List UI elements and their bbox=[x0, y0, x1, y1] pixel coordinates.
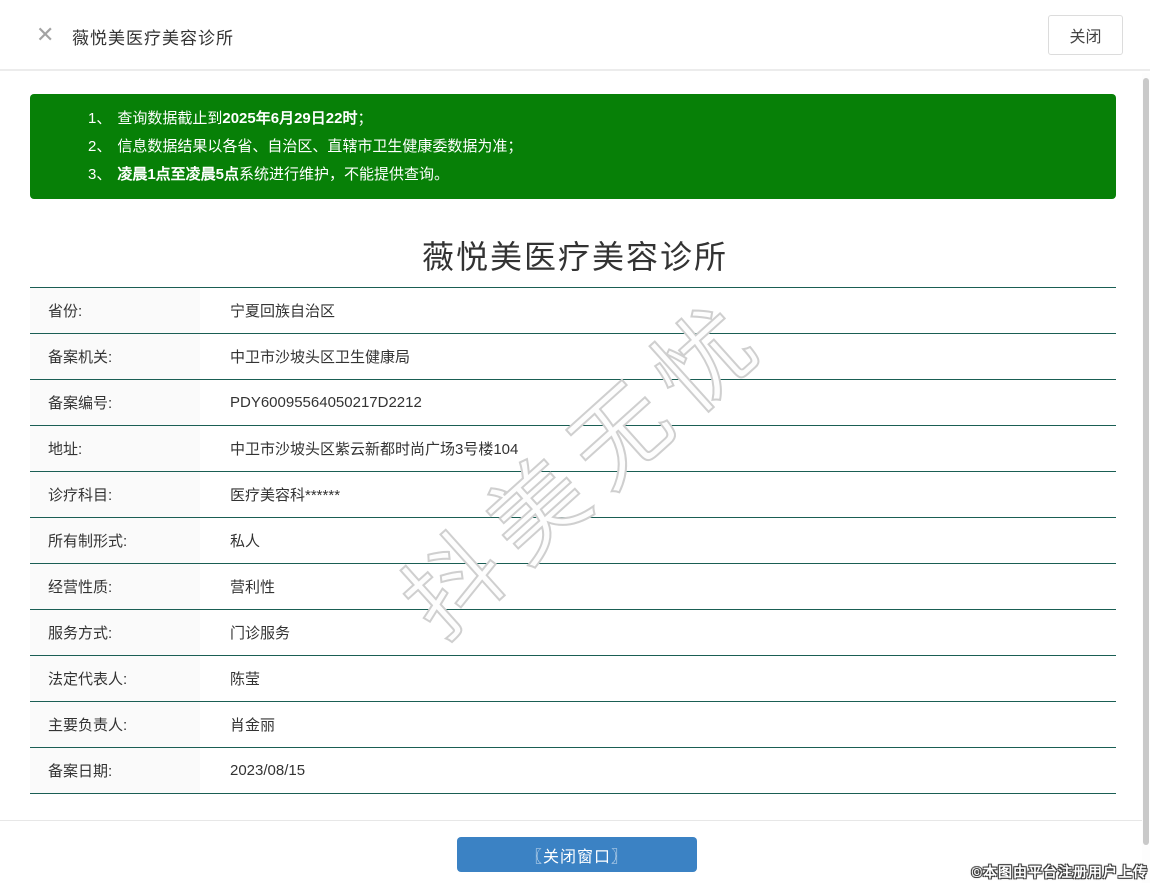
field-label: 法定代表人: bbox=[30, 656, 200, 701]
notice-line-1: 1、查询数据截止到2025年6月29日22时； bbox=[88, 105, 1096, 133]
table-row: 法定代表人: 陈莹 bbox=[30, 656, 1116, 702]
upload-credit-watermark: ©本图由平台注册用户上传 bbox=[972, 862, 1148, 882]
field-value: 医疗美容科****** bbox=[200, 472, 1116, 517]
footer-divider bbox=[0, 820, 1150, 821]
header-bar: ✕ 薇悦美医疗美容诊所 关闭 bbox=[0, 0, 1150, 71]
table-row: 诊疗科目: 医疗美容科****** bbox=[30, 472, 1116, 518]
notice-text-bold: 2025年6月29日22时 bbox=[222, 110, 357, 127]
field-label: 省份: bbox=[30, 288, 200, 333]
scrollbar-track[interactable] bbox=[1142, 73, 1150, 883]
header-title: 薇悦美医疗美容诊所 bbox=[72, 24, 234, 49]
field-label: 备案编号: bbox=[30, 380, 200, 425]
field-value: 中卫市沙坡头区卫生健康局 bbox=[200, 334, 1116, 379]
field-label: 服务方式: bbox=[30, 610, 200, 655]
table-row: 所有制形式: 私人 bbox=[30, 518, 1116, 564]
scrollbar-thumb[interactable] bbox=[1143, 78, 1149, 845]
notice-line-number: 1、 bbox=[88, 105, 111, 133]
close-button[interactable]: 关闭 bbox=[1048, 15, 1123, 55]
field-value: 陈莹 bbox=[200, 656, 1116, 701]
notice-text: 查询数据截止到 bbox=[117, 110, 222, 127]
field-label: 诊疗科目: bbox=[30, 472, 200, 517]
notice-text: 系统进行维护，不能提供查询。 bbox=[239, 166, 449, 183]
clinic-title: 薇悦美医疗美容诊所 bbox=[0, 232, 1150, 278]
field-label: 备案日期: bbox=[30, 748, 200, 793]
notice-text: 信息数据结果以各省、自治区、直辖市卫生健康委数据为准； bbox=[117, 138, 522, 155]
field-value: 宁夏回族自治区 bbox=[200, 288, 1116, 333]
notice-banner: 1、查询数据截止到2025年6月29日22时； 2、信息数据结果以各省、自治区、… bbox=[30, 94, 1116, 199]
field-value: 私人 bbox=[200, 518, 1116, 563]
field-value: 中卫市沙坡头区紫云新都时尚广场3号楼104 bbox=[200, 426, 1116, 471]
notice-line-2: 2、信息数据结果以各省、自治区、直辖市卫生健康委数据为准； bbox=[88, 133, 1096, 161]
table-row: 主要负责人: 肖金丽 bbox=[30, 702, 1116, 748]
field-value: PDY60095564050217D2212 bbox=[200, 380, 1116, 425]
record-detail-page: ✕ 薇悦美医疗美容诊所 关闭 1、查询数据截止到2025年6月29日22时； 2… bbox=[0, 0, 1150, 883]
field-label: 地址: bbox=[30, 426, 200, 471]
field-label: 备案机关: bbox=[30, 334, 200, 379]
table-row: 地址: 中卫市沙坡头区紫云新都时尚广场3号楼104 bbox=[30, 426, 1116, 472]
notice-line-number: 2、 bbox=[88, 133, 111, 161]
notice-text: ； bbox=[357, 110, 372, 127]
table-row: 经营性质: 营利性 bbox=[30, 564, 1116, 610]
notice-text-bold: 凌晨1点至凌晨5点 bbox=[117, 166, 239, 183]
field-value: 门诊服务 bbox=[200, 610, 1116, 655]
field-value: 肖金丽 bbox=[200, 702, 1116, 747]
notice-line-number: 3、 bbox=[88, 161, 111, 189]
notice-line-3: 3、凌晨1点至凌晨5点系统进行维护，不能提供查询。 bbox=[88, 161, 1096, 189]
table-row: 备案日期: 2023/08/15 bbox=[30, 748, 1116, 794]
record-info-table: 省份: 宁夏回族自治区 备案机关: 中卫市沙坡头区卫生健康局 备案编号: PDY… bbox=[30, 287, 1116, 794]
field-label: 经营性质: bbox=[30, 564, 200, 609]
field-value: 2023/08/15 bbox=[200, 748, 1116, 793]
field-label: 主要负责人: bbox=[30, 702, 200, 747]
field-value: 营利性 bbox=[200, 564, 1116, 609]
table-row: 服务方式: 门诊服务 bbox=[30, 610, 1116, 656]
table-row: 省份: 宁夏回族自治区 bbox=[30, 288, 1116, 334]
close-x-icon[interactable]: ✕ bbox=[36, 22, 54, 48]
field-label: 所有制形式: bbox=[30, 518, 200, 563]
close-window-button[interactable]: 〖关闭窗口〗 bbox=[457, 837, 697, 872]
table-row: 备案机关: 中卫市沙坡头区卫生健康局 bbox=[30, 334, 1116, 380]
table-row: 备案编号: PDY60095564050217D2212 bbox=[30, 380, 1116, 426]
